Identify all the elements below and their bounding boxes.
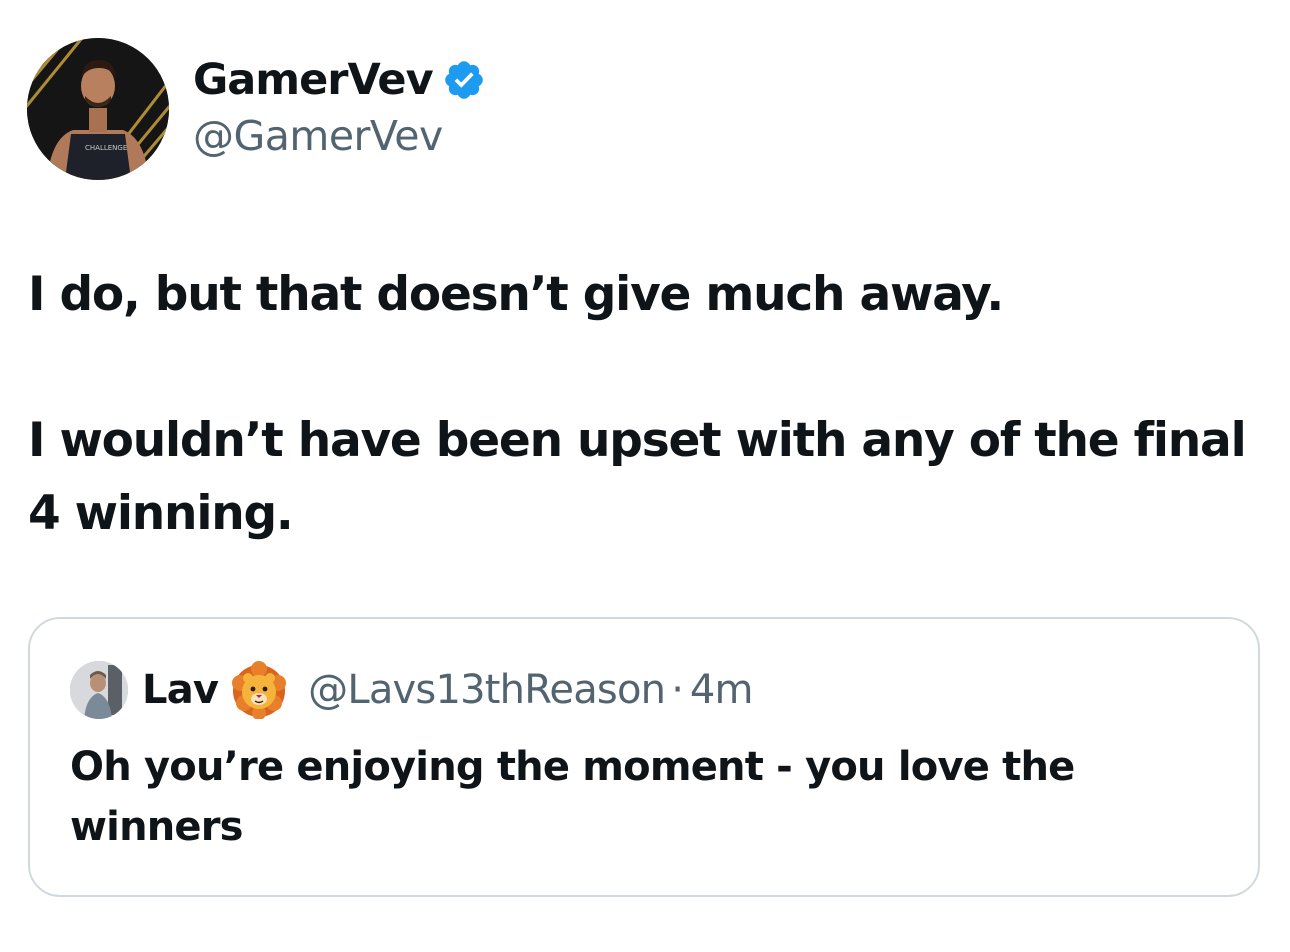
quoted-tweet-card[interactable]: Lav @Lavs13thReason · 4m Oh you’re enjoy… [28, 617, 1260, 897]
quoted-author-handle[interactable]: @Lavs13thReason [308, 667, 666, 713]
tweet-text: I do, but that doesn’t give much away. I… [28, 258, 1268, 550]
quoted-author-avatar[interactable] [70, 661, 128, 719]
tweet-paragraph: I do, but that doesn’t give much away. [28, 267, 1004, 322]
author-handle[interactable]: @GamerVev [193, 112, 443, 160]
quoted-tweet-text: Oh you’re enjoying the moment - you love… [70, 744, 1075, 850]
svg-text:CHALLENGE: CHALLENGE [85, 144, 127, 152]
quoted-tweet-header: Lav @Lavs13thReason · 4m [70, 659, 754, 721]
tweet-paragraph: I wouldn’t have been upset with any of t… [28, 413, 1247, 541]
quoted-author-name[interactable]: Lav [142, 667, 219, 713]
author-display-name[interactable]: GamerVev [193, 55, 434, 105]
author-avatar[interactable]: CHALLENGE [27, 38, 169, 180]
lion-face-emoji-icon [230, 661, 288, 720]
verified-badge-icon[interactable] [442, 58, 486, 102]
author-name-row: GamerVev [193, 52, 486, 108]
quoted-timestamp[interactable]: 4m [690, 667, 754, 713]
separator-dot: · [671, 667, 684, 713]
